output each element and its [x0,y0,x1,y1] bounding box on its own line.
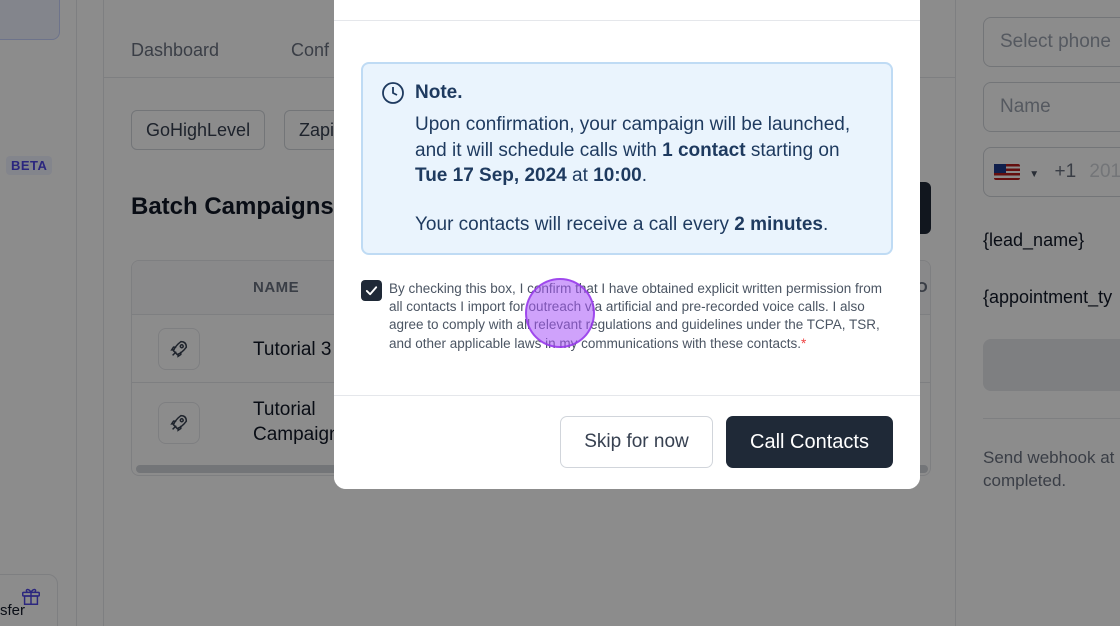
clock-icon [382,82,404,104]
consent-label[interactable]: By checking this box, I confirm that I h… [389,280,894,353]
note-text: starting on [745,139,840,161]
consent-checkbox[interactable] [361,280,382,301]
consent-text: By checking this box, I confirm that I h… [389,281,882,351]
required-mark: * [800,335,807,351]
call-interval: 2 minutes [734,214,823,235]
note-title: Note. [415,82,463,103]
start-date: Tue 17 Sep, 2024 [415,165,567,186]
note-box: Note. Upon confirmation, your campaign w… [361,62,893,255]
note-body: Upon confirmation, your campaign will be… [415,112,875,189]
note-text: Your contacts will receive a call every [415,214,735,235]
note-text: . [641,165,648,186]
call-interval-text: Your contacts will receive a call every … [415,214,828,236]
cursor-indicator [525,278,595,348]
modal-footer: Skip for now Call Contacts [334,395,920,489]
contact-count: 1 contact [662,139,746,161]
note-text: at [566,165,594,186]
confirm-campaign-modal: Note. Upon confirmation, your campaign w… [334,0,920,489]
modal-header-divider [334,20,920,21]
note-text: . [822,214,829,235]
skip-for-now-button[interactable]: Skip for now [560,416,713,468]
call-contacts-button[interactable]: Call Contacts [726,416,893,468]
start-time: 10:00 [593,165,642,186]
check-icon [365,286,378,296]
